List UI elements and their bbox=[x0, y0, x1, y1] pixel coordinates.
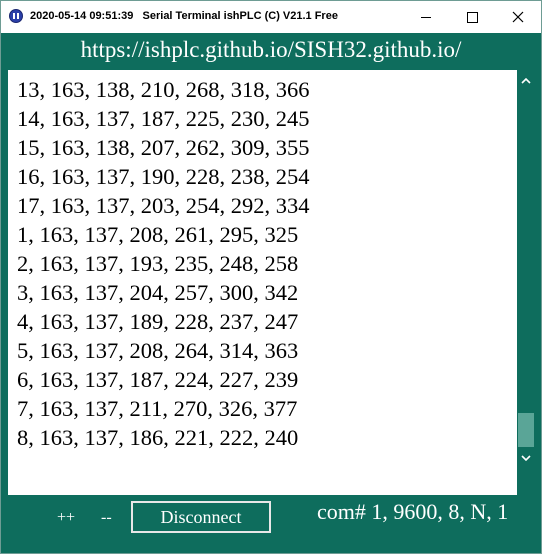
terminal-line: 2, 163, 137, 193, 235, 248, 258 bbox=[17, 251, 299, 276]
chevron-down-icon bbox=[521, 455, 531, 461]
scroll-down-button[interactable] bbox=[517, 449, 535, 467]
close-icon bbox=[512, 11, 524, 23]
minimize-button[interactable] bbox=[403, 1, 449, 33]
port-status: com# 1, 9600, 8, N, 1 bbox=[317, 499, 509, 524]
terminal-lines: 13, 163, 138, 210, 268, 318, 366 14, 163,… bbox=[17, 75, 310, 452]
close-button[interactable] bbox=[495, 1, 541, 33]
scroll-up-button[interactable] bbox=[517, 72, 535, 90]
terminal-line: 13, 163, 138, 210, 268, 318, 366 bbox=[17, 77, 310, 102]
terminal-output[interactable]: 13, 163, 138, 210, 268, 318, 366 14, 163,… bbox=[8, 70, 535, 495]
terminal-line: 3, 163, 137, 204, 257, 300, 342 bbox=[17, 280, 299, 305]
maximize-button[interactable] bbox=[449, 1, 495, 33]
terminal-line: 17, 163, 137, 203, 254, 292, 334 bbox=[17, 193, 310, 218]
scroll-thumb[interactable] bbox=[518, 413, 534, 447]
terminal-line: 7, 163, 137, 211, 270, 326, 377 bbox=[17, 396, 298, 421]
window-title: 2020-05-14 09:51:39 Serial Terminal ishP… bbox=[30, 10, 338, 22]
app-icon[interactable] bbox=[9, 9, 23, 23]
url-header[interactable]: https://ishplc.github.io/SISH32.github.i… bbox=[1, 33, 541, 69]
app-window: 2020-05-14 09:51:39 Serial Terminal ishP… bbox=[0, 0, 542, 554]
terminal-line: 5, 163, 137, 208, 264, 314, 363 bbox=[17, 338, 299, 363]
title-bar[interactable]: 2020-05-14 09:51:39 Serial Terminal ishP… bbox=[1, 1, 541, 33]
terminal-line: 1, 163, 137, 208, 261, 295, 325 bbox=[17, 222, 299, 247]
terminal-line: 16, 163, 137, 190, 228, 238, 254 bbox=[17, 164, 310, 189]
vertical-scrollbar[interactable] bbox=[517, 70, 535, 495]
terminal-line: 6, 163, 137, 187, 224, 227, 239 bbox=[17, 367, 299, 392]
terminal-line: 15, 163, 138, 207, 262, 309, 355 bbox=[17, 135, 310, 160]
chevron-up-icon bbox=[521, 78, 531, 84]
disconnect-button[interactable]: Disconnect bbox=[131, 501, 271, 533]
terminal-line: 14, 163, 137, 187, 225, 230, 245 bbox=[17, 106, 310, 131]
increase-button[interactable]: ++ bbox=[57, 509, 75, 527]
bottom-bar: ++ -- Disconnect com# 1, 9600, 8, N, 1 bbox=[1, 495, 541, 553]
terminal-line: 8, 163, 137, 186, 221, 222, 240 bbox=[17, 425, 299, 450]
decrease-button[interactable]: -- bbox=[101, 509, 112, 527]
terminal-line: 4, 163, 137, 189, 228, 237, 247 bbox=[17, 309, 299, 334]
